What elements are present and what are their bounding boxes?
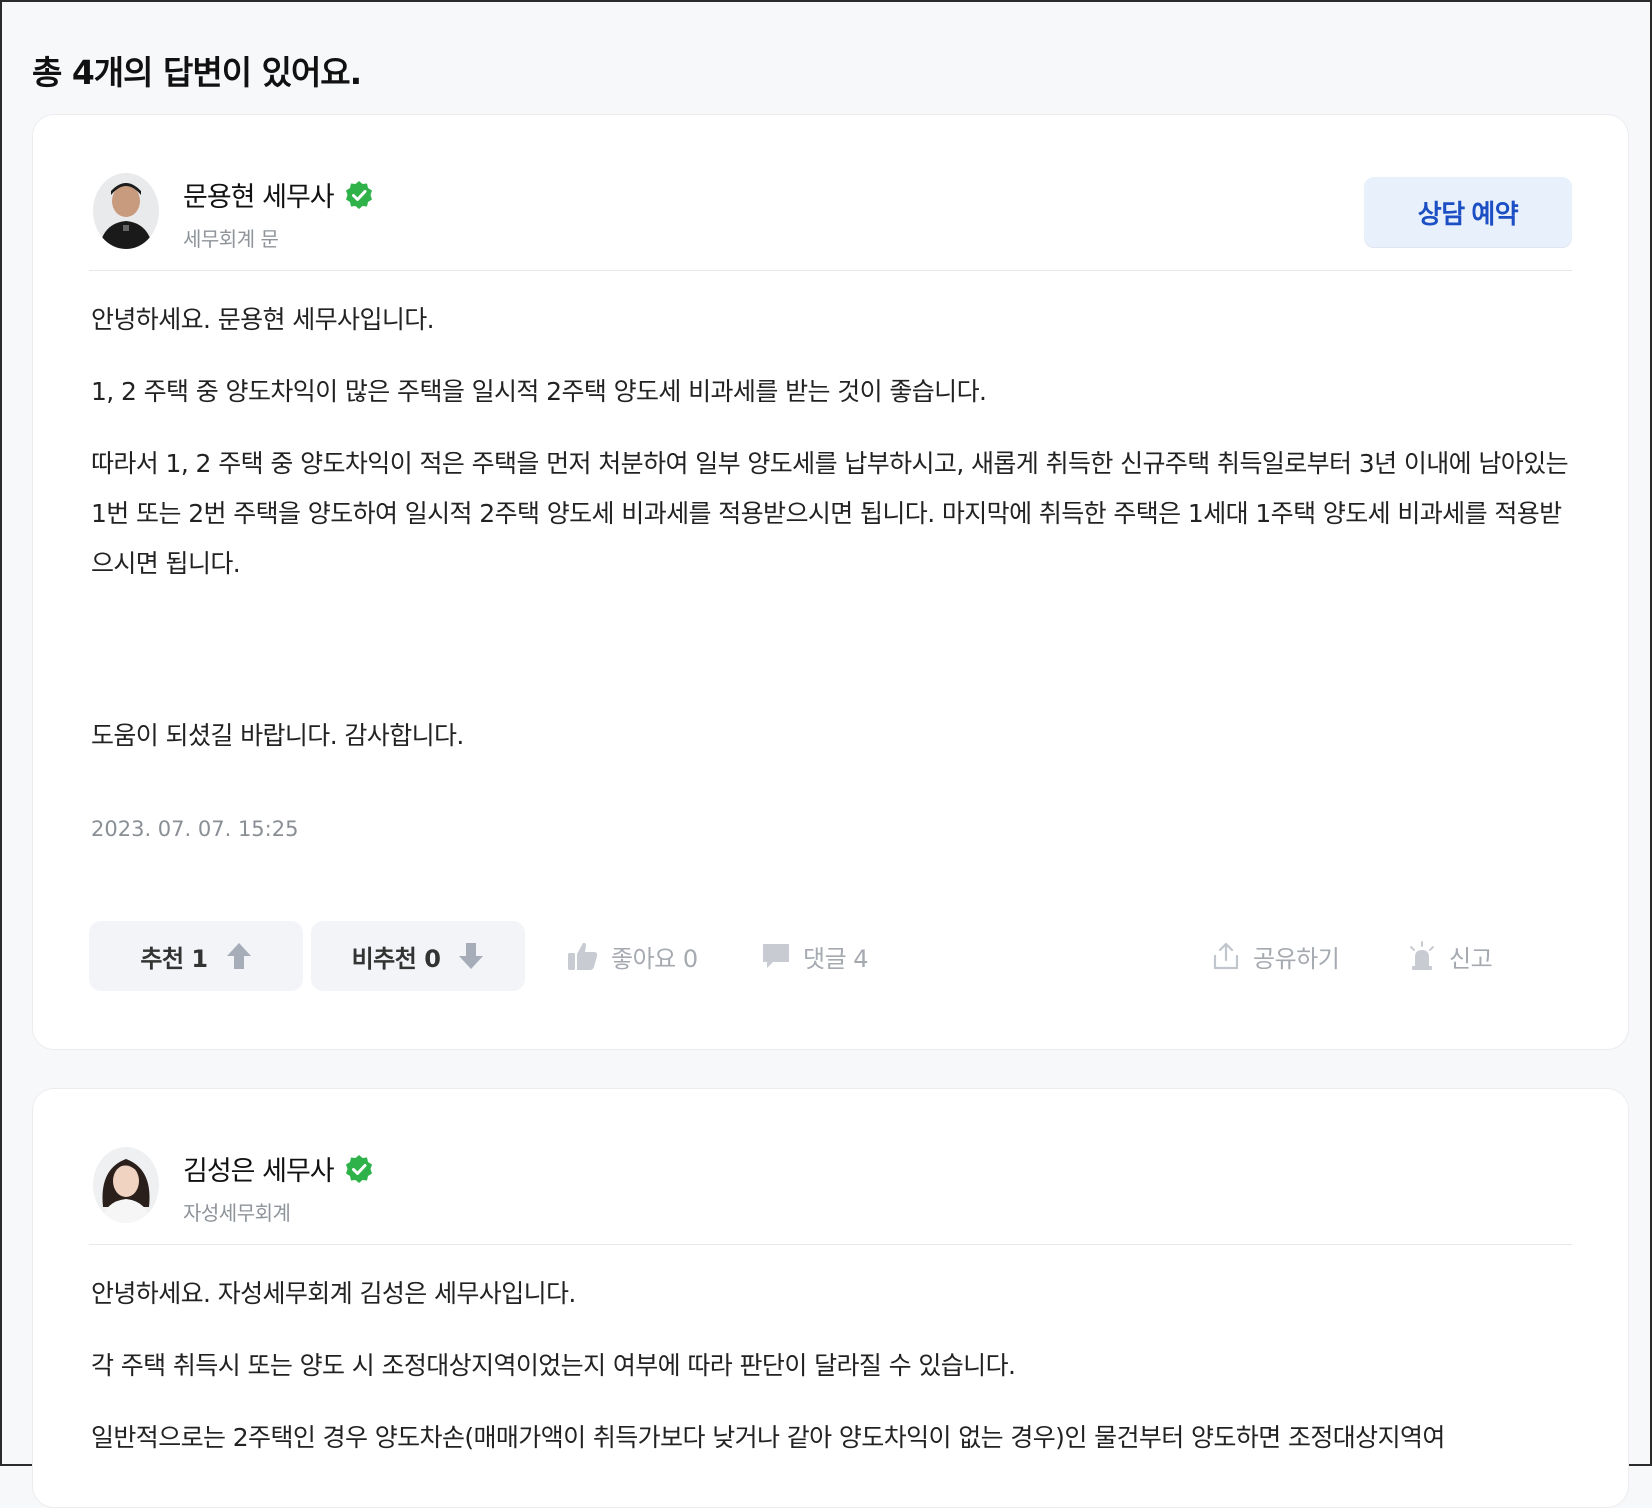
consult-reservation-button[interactable]: 상담 예약 (1364, 177, 1572, 247)
answer-card: 문용현 세무사 세무회계 문 상담 예약 안녕하세요. 문용현 세무사입니다. … (32, 114, 1629, 1050)
verified-check-icon (345, 1154, 372, 1183)
recommend-label: 추천 1 (140, 944, 208, 973)
answer-body: 도움이 되셨길 바랍니다. 감사합니다. (91, 711, 1572, 761)
answer-body: 안녕하세요. 자성세무회계 김성은 세무사입니다. (91, 1269, 1572, 1319)
divider (89, 1244, 1572, 1245)
answer-paragraph: 1, 2 주택 중 양도차익이 많은 주택을 일시적 2주택 양도세 비과세를 … (91, 377, 987, 406)
expert-firm: 세무회계 문 (183, 227, 279, 251)
like-button[interactable]: 좋아요 0 (567, 921, 698, 991)
answer-paragraph: 안녕하세요. 자성세무회계 김성은 세무사입니다. (91, 1279, 576, 1308)
expert-firm: 자성세무회계 (183, 1201, 291, 1225)
expert-name[interactable]: 문용현 세무사 (183, 175, 335, 214)
thumbs-up-icon (568, 942, 598, 970)
avatar[interactable] (93, 1147, 159, 1223)
not-recommend-label: 비추천 0 (351, 944, 441, 973)
answer-paragraph: 각 주택 취득시 또는 양도 시 조정대상지역이었는지 여부에 따라 판단이 달… (91, 1351, 1016, 1380)
like-label: 좋아요 0 (611, 944, 698, 973)
comments-label: 댓글 4 (803, 944, 869, 973)
expert-name[interactable]: 김성은 세무사 (183, 1149, 335, 1188)
share-label: 공유하기 (1253, 944, 1340, 973)
answer-body: 안녕하세요. 문용현 세무사입니다. (91, 295, 1572, 345)
answer-date: 2023. 07. 07. 15:25 (91, 817, 299, 841)
not-recommend-button[interactable]: 비추천 0 (311, 921, 525, 991)
answer-actions: 추천 1 비추천 0 좋아요 0 댓글 4 공유하기 신고 (89, 921, 1572, 993)
answer-paragraph: 도움이 되셨길 바랍니다. 감사합니다. (91, 721, 464, 750)
arrow-up-icon (226, 943, 251, 969)
avatar[interactable] (93, 173, 159, 249)
answer-body: 각 주택 취득시 또는 양도 시 조정대상지역이었는지 여부에 따라 판단이 달… (91, 1341, 1572, 1391)
expert-name-row: 문용현 세무사 (183, 175, 374, 214)
recommend-button[interactable]: 추천 1 (89, 921, 303, 991)
answer-paragraph: 일반적으로는 2주택인 경우 양도차손(매매가액이 취득가보다 낮거나 같아 양… (91, 1423, 1445, 1452)
answer-paragraph: 안녕하세요. 문용현 세무사입니다. (91, 305, 435, 334)
answer-paragraph: 따라서 1, 2 주택 중 양도차익이 적은 주택을 먼저 처분하여 일부 양도… (91, 449, 1569, 578)
share-button[interactable]: 공유하기 (1211, 921, 1340, 991)
answer-body: 일반적으로는 2주택인 경우 양도차손(매매가액이 취득가보다 낮거나 같아 양… (91, 1413, 1572, 1463)
comments-button[interactable]: 댓글 4 (761, 921, 869, 991)
answer-body: 1, 2 주택 중 양도차익이 많은 주택을 일시적 2주택 양도세 비과세를 … (91, 367, 1572, 417)
comment-icon (763, 944, 789, 968)
answer-card: 김성은 세무사 자성세무회계 안녕하세요. 자성세무회계 김성은 세무사입니다.… (32, 1088, 1629, 1508)
answer-body: 따라서 1, 2 주택 중 양도차익이 적은 주택을 먼저 처분하여 일부 양도… (91, 439, 1572, 589)
verified-check-icon (345, 180, 372, 209)
siren-icon (1410, 941, 1434, 970)
answer-count-title: 총 4개의 답변이 있어요. (32, 53, 362, 92)
arrow-down-icon (459, 943, 484, 969)
report-label: 신고 (1449, 944, 1493, 973)
share-icon (1213, 942, 1239, 970)
report-button[interactable]: 신고 (1407, 921, 1493, 991)
divider (89, 270, 1572, 271)
expert-name-row: 김성은 세무사 (183, 1149, 374, 1188)
